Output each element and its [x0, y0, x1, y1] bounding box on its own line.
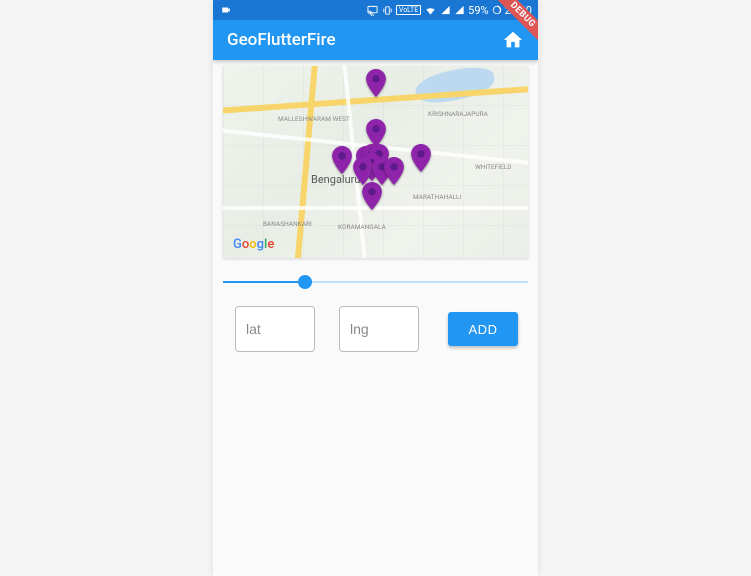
lat-input[interactable] [246, 321, 304, 337]
map-pin[interactable] [366, 69, 386, 97]
cast-icon [366, 5, 379, 16]
map-area-label: KRISHNARAJAPURA [428, 111, 488, 118]
map-pin[interactable] [332, 146, 352, 174]
radius-slider[interactable] [223, 272, 528, 292]
app-title: GeoFlutterFire [227, 30, 336, 50]
battery-percent: 59% [468, 4, 488, 17]
signal-icon-2 [454, 5, 465, 15]
app-bar: GeoFlutterFire [213, 20, 538, 60]
map-area-label: MALLESHWARAM WEST [278, 116, 350, 123]
lng-field[interactable] [339, 306, 419, 352]
phone-frame: DEBUG VoLTE 59% [213, 0, 538, 576]
map-pin[interactable] [362, 182, 382, 210]
battery-icon [492, 4, 502, 16]
volte-badge: VoLTE [396, 5, 421, 15]
map-area-label: MARATHAHALLI [413, 194, 461, 201]
map-pin[interactable] [366, 119, 386, 147]
map-view[interactable]: Bengaluru MALLESHWARAM WEST KRISHNARAJAP… [223, 66, 528, 258]
latlng-form: ADD [213, 300, 538, 352]
wifi-icon [424, 5, 437, 16]
lat-field[interactable] [235, 306, 315, 352]
signal-icon-1 [440, 5, 451, 15]
home-icon[interactable] [502, 29, 524, 51]
map-pin[interactable] [411, 144, 431, 172]
videocam-icon [219, 5, 233, 15]
vibrate-icon [382, 5, 393, 16]
google-logo: Google [233, 237, 274, 252]
map-pin[interactable] [384, 157, 404, 185]
add-button[interactable]: ADD [448, 312, 518, 346]
status-bar: VoLTE 59% 22:00 [213, 0, 538, 20]
slider-fill [223, 281, 305, 283]
map-pin[interactable] [353, 157, 373, 185]
map-area-label: KORAMANGALA [338, 224, 386, 231]
slider-thumb[interactable] [298, 275, 312, 289]
map-area-label: BANASHANKARI [263, 221, 312, 228]
lng-input[interactable] [350, 321, 408, 337]
map-area-label: WHITEFIELD [475, 164, 511, 171]
